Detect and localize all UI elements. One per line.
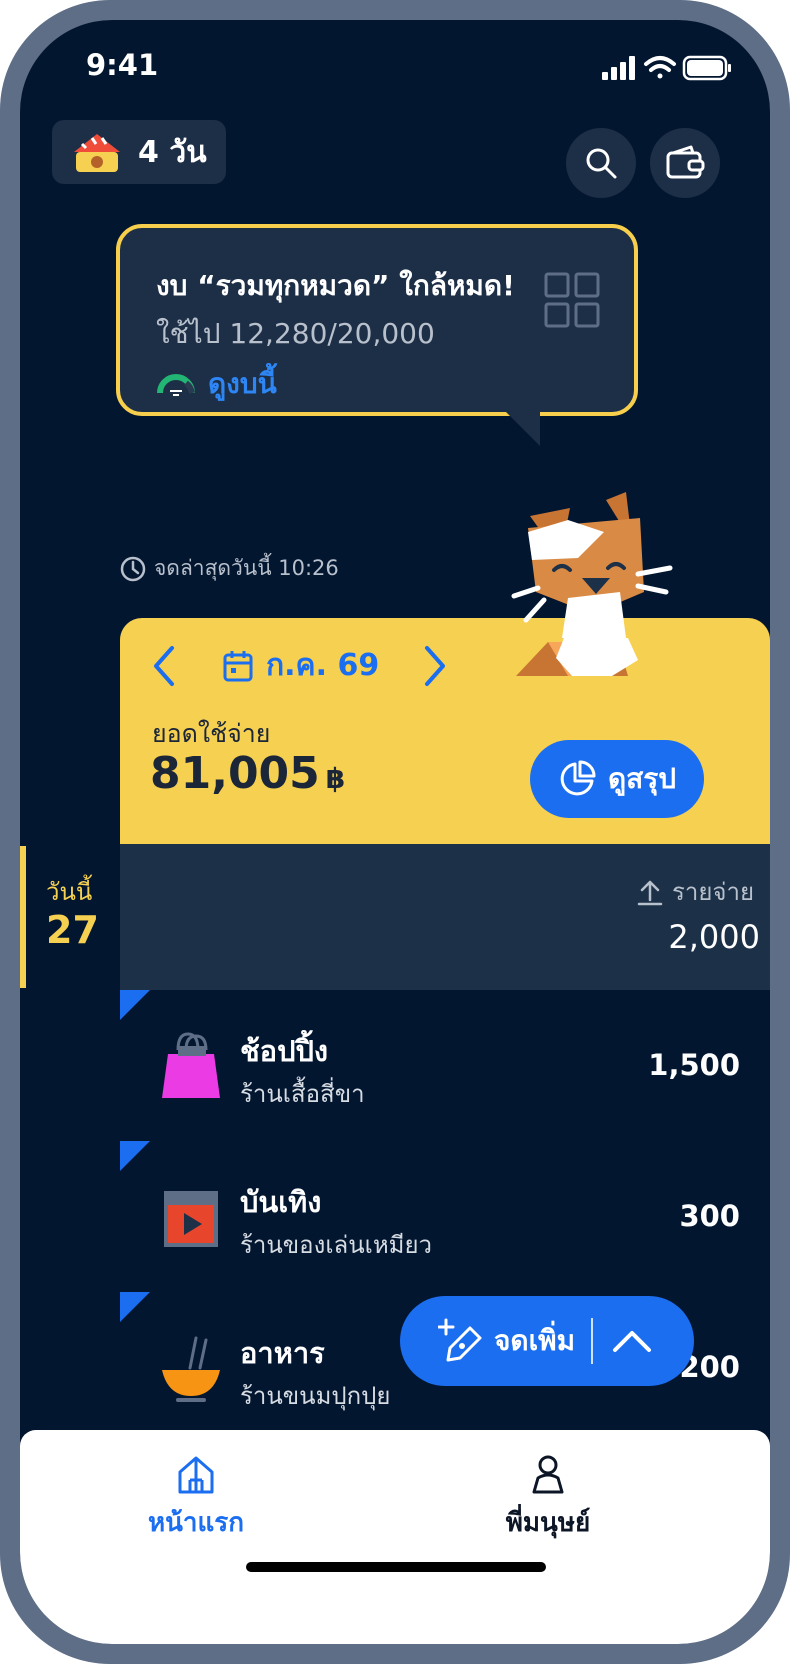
grid-icon <box>544 272 600 328</box>
bottom-tab-bar: หน้าแรก พี่มนุษย์ <box>20 1430 770 1644</box>
chevron-right-icon[interactable] <box>419 644 449 688</box>
month-navigator: ก.ค. 69 <box>150 642 449 689</box>
app-screen: 9:41 4 วัน งบ “รวมทุกหมวด” ใกล้หมด! ใช้ไ… <box>20 20 770 1644</box>
chevron-up-icon[interactable] <box>611 1328 653 1354</box>
search-button[interactable] <box>566 128 636 198</box>
last-entry-text: จดล่าสุดวันนี้ 10:26 <box>154 556 339 580</box>
gauge-icon <box>157 374 195 396</box>
last-entry-info: จดล่าสุดวันนี้ 10:26 <box>120 552 339 585</box>
add-entry-button[interactable]: จดเพิ่ม <box>400 1296 694 1386</box>
today-marker <box>20 846 26 988</box>
transaction-row[interactable]: บันเทิง ร้านของเล่นเหมียว 300 <box>120 1141 770 1301</box>
tab-home[interactable]: หน้าแรก <box>46 1454 346 1543</box>
battery-icon <box>682 55 731 81</box>
search-icon <box>586 148 617 179</box>
view-summary-label: ดูสรุป <box>607 762 677 795</box>
view-budget-link[interactable]: ดูงบนี้ <box>156 362 277 406</box>
row-corner-accent <box>120 1292 150 1322</box>
calendar-icon <box>223 650 253 681</box>
transaction-category: อาหาร <box>240 1336 325 1370</box>
streak-badge[interactable]: 4 วัน <box>52 120 226 184</box>
status-time: 9:41 <box>86 48 159 82</box>
fab-divider <box>591 1318 594 1364</box>
expense-total: 2,000 <box>668 918 760 956</box>
home-icon <box>178 1456 214 1494</box>
view-budget-label: ดูงบนี้ <box>208 367 277 400</box>
transaction-shop: ร้านเสื้อสี่ขา <box>240 1080 365 1108</box>
transaction-amount: 300 <box>679 1199 740 1233</box>
clock-icon <box>120 556 146 581</box>
transaction-category: บันเทิง <box>240 1185 322 1219</box>
transaction-shop: ร้านของเล่นเหมียว <box>240 1231 433 1259</box>
budget-alert-subtitle: ใช้ไป 12,280/20,000 <box>156 317 435 350</box>
status-icons <box>602 55 731 81</box>
currency-symbol: ฿ <box>325 762 346 795</box>
transaction-category: ช้อปปิ้ง <box>240 1034 329 1068</box>
bubble-tail <box>506 412 540 446</box>
spend-amount: 81,005 ฿ <box>150 748 345 799</box>
day-expense-header: รายจ่าย 2,000 <box>120 844 770 990</box>
entertainment-icon <box>164 1191 218 1247</box>
transaction-amount: 1,500 <box>648 1048 740 1082</box>
sushi-house-icon <box>74 134 120 172</box>
device-frame: 9:41 4 วัน งบ “รวมทุกหมวด” ใกล้หมด! ใช้ไ… <box>0 0 790 1664</box>
person-icon <box>532 1455 564 1494</box>
shopping-bag-icon <box>162 1032 220 1098</box>
streak-label: 4 วัน <box>138 134 207 170</box>
wifi-icon <box>644 56 676 79</box>
arrow-up-icon <box>637 880 663 905</box>
expense-label: รายจ่าย <box>636 872 754 911</box>
spend-amount-value: 81,005 <box>150 748 320 799</box>
cat-mascot-illustration <box>511 492 673 676</box>
add-note-icon <box>438 1318 482 1362</box>
tab-human[interactable]: พี่มนุษย์ <box>398 1454 698 1543</box>
transaction-shop: ร้านขนมปุกปุย <box>240 1382 391 1410</box>
add-entry-label: จดเพิ่ม <box>494 1324 576 1357</box>
today-day: 27 <box>46 908 99 952</box>
wallet-icon <box>666 145 705 179</box>
signal-icon <box>602 56 635 80</box>
row-corner-accent <box>120 1141 150 1171</box>
row-corner-accent <box>120 990 150 1020</box>
home-indicator <box>246 1562 546 1572</box>
budget-alert-card[interactable]: งบ “รวมทุกหมวด” ใกล้หมด! ใช้ไป 12,280/20… <box>116 224 638 416</box>
wallet-button[interactable] <box>650 128 720 198</box>
transaction-row[interactable]: ช้อปปิ้ง ร้านเสื้อสี่ขา 1,500 <box>120 990 770 1150</box>
view-summary-button[interactable]: ดูสรุป <box>530 740 704 818</box>
today-label: วันนี้ <box>46 878 93 906</box>
tab-home-label: หน้าแรก <box>148 1508 244 1538</box>
expense-label-text: รายจ่าย <box>671 878 754 906</box>
month-label[interactable]: ก.ค. 69 <box>266 642 379 689</box>
chevron-left-icon[interactable] <box>150 644 180 688</box>
budget-alert-title: งบ “รวมทุกหมวด” ใกล้หมด! <box>156 269 515 302</box>
food-bowl-icon <box>162 1336 220 1402</box>
tab-human-label: พี่มนุษย์ <box>505 1508 591 1538</box>
pie-chart-icon <box>560 760 596 796</box>
